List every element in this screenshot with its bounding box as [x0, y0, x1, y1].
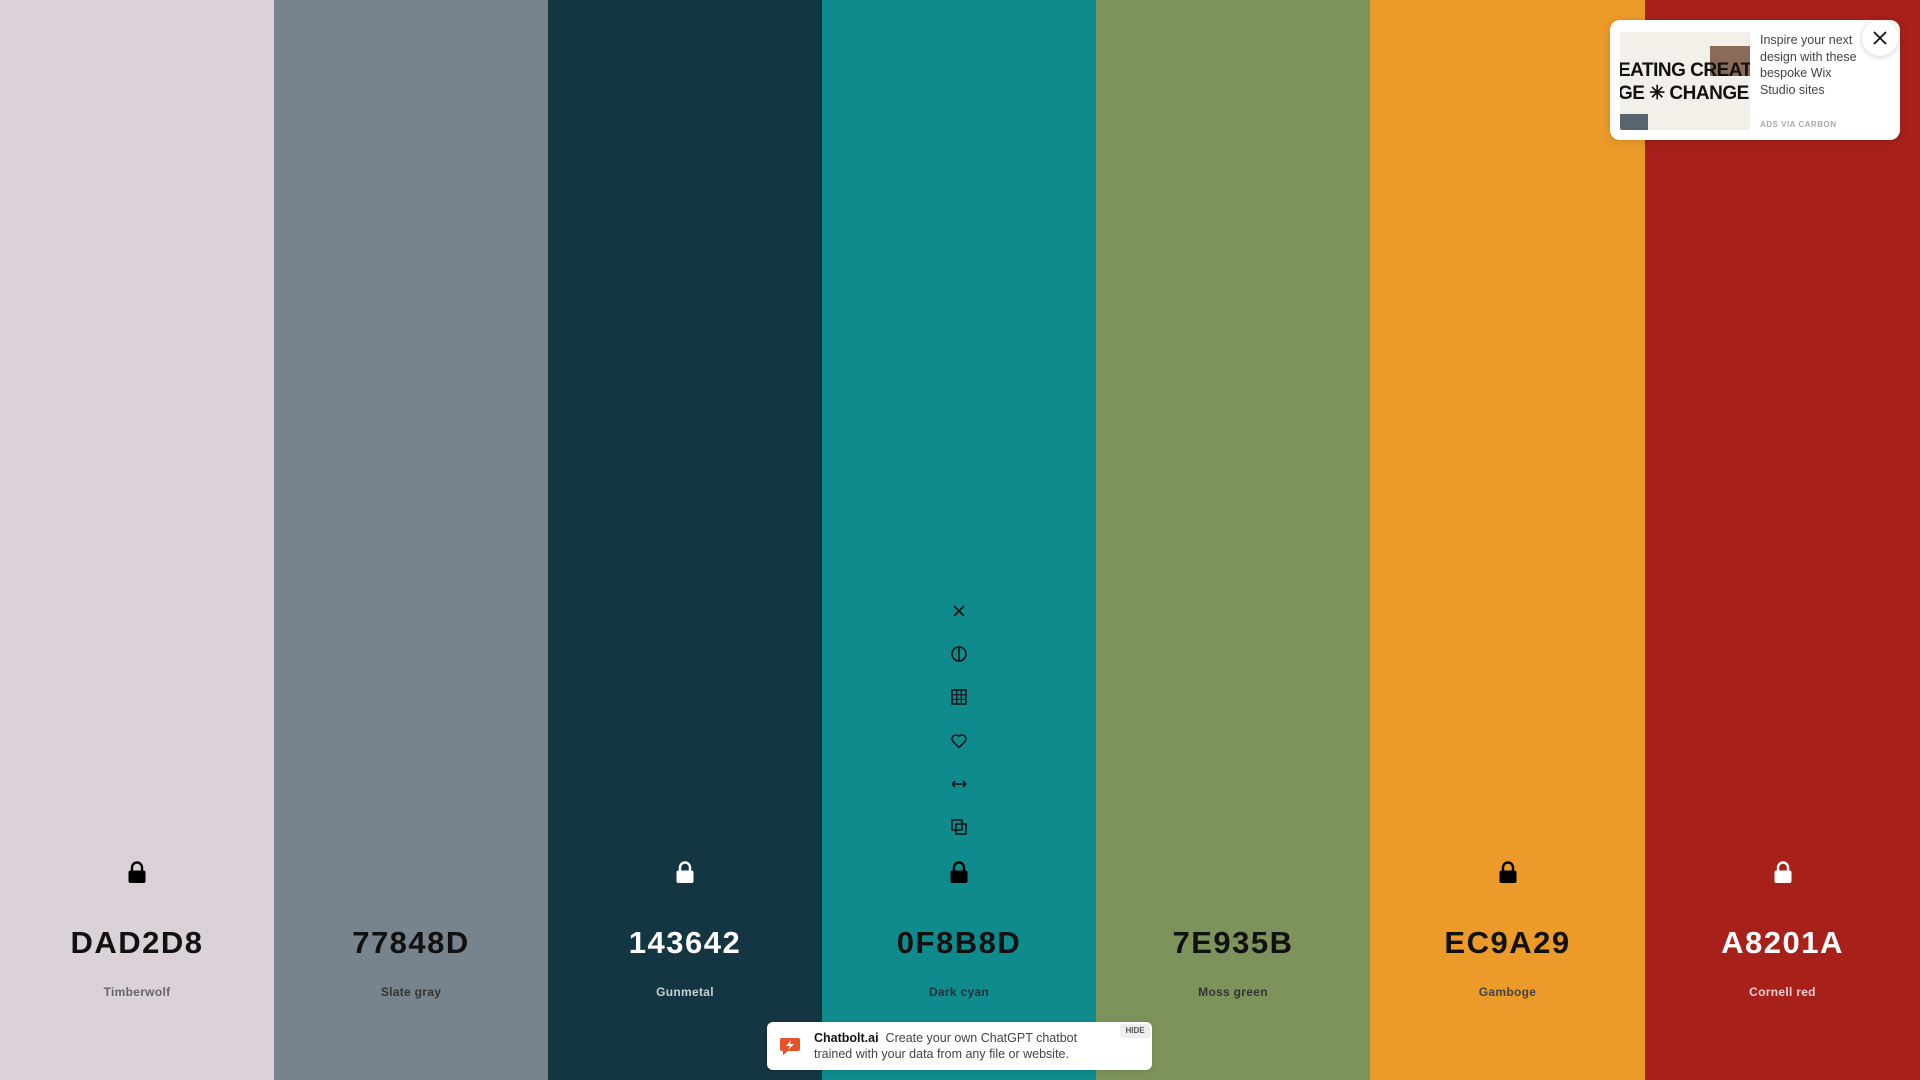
carbon-ad[interactable]: EATING CREAT GE ✳ CHANGE Inspire your ne… — [1610, 20, 1900, 140]
copy-color-button[interactable] — [944, 812, 974, 842]
lock-icon-glyph — [676, 861, 694, 883]
lock-icon[interactable] — [1772, 860, 1794, 884]
hex-code[interactable]: 77848D — [274, 925, 548, 961]
save-color-button[interactable] — [944, 726, 974, 756]
color-name: Gamboge — [1478, 985, 1537, 999]
hex-code[interactable]: DAD2D8 — [0, 925, 274, 961]
color-name: Moss green — [1198, 985, 1268, 999]
ad-image-text: EATING CREAT — [1620, 60, 1750, 81]
hex-code[interactable]: 7E935B — [1096, 925, 1370, 961]
sponsor-banner[interactable]: Chatbolt.ai Create your own ChatGPT chat… — [767, 1022, 1152, 1070]
column-toolbar — [944, 596, 974, 855]
lock-icon-glyph — [1499, 861, 1516, 883]
lock-icon-glyph — [950, 861, 968, 883]
color-column-gamboge[interactable]: EC9A29 Gamboge — [1370, 0, 1645, 1080]
grid-icon — [951, 689, 967, 706]
lock-icon[interactable] — [674, 860, 696, 884]
close-icon — [1873, 31, 1887, 45]
resize-arrows-icon — [951, 780, 967, 788]
color-column-slate-gray[interactable]: 77848D Slate gray — [274, 0, 548, 1080]
hide-banner-button[interactable]: HIDE — [1120, 1024, 1150, 1038]
color-column-cornell-red[interactable]: A8201A Cornell red — [1645, 0, 1920, 1080]
color-name: Timberwolf — [103, 985, 171, 999]
view-shades-button[interactable] — [944, 682, 974, 712]
hex-code[interactable]: A8201A — [1645, 925, 1920, 961]
banner-message: Chatbolt.ai Create your own ChatGPT chat… — [814, 1030, 1114, 1062]
color-column-gunmetal[interactable]: 143642 Gunmetal — [548, 0, 822, 1080]
ad-photo — [1620, 114, 1648, 130]
contrast-icon — [951, 646, 967, 662]
lock-icon[interactable] — [126, 860, 148, 884]
ad-text[interactable]: Inspire your next design with these besp… — [1760, 32, 1870, 98]
close-ad-button[interactable] — [1862, 20, 1898, 56]
ad-image-text: GE ✳ CHANGE — [1620, 83, 1749, 104]
color-column-dark-cyan[interactable]: 0F8B8D Dark cyan — [822, 0, 1096, 1080]
copy-icon — [951, 819, 967, 835]
color-column-moss-green[interactable]: 7E935B Moss green — [1096, 0, 1370, 1080]
close-icon — [953, 605, 965, 617]
lock-icon-glyph — [1774, 861, 1791, 883]
heart-icon — [951, 733, 967, 748]
palette: DAD2D8 Timberwolf 77848D Slate gray 1436… — [0, 0, 1920, 1080]
color-name: Cornell red — [1749, 985, 1816, 999]
lock-icon-glyph — [128, 861, 146, 883]
hex-code[interactable]: 0F8B8D — [822, 925, 1096, 961]
hex-code[interactable]: 143642 — [548, 925, 822, 961]
drag-color-button[interactable] — [944, 769, 974, 799]
color-name: Slate gray — [380, 985, 442, 999]
chatbolt-logo-icon — [780, 1038, 800, 1055]
ad-via[interactable]: ADS VIA CARBON — [1760, 120, 1836, 129]
color-column-timberwolf[interactable]: DAD2D8 Timberwolf — [0, 0, 274, 1080]
lock-icon[interactable] — [948, 860, 970, 884]
banner-brand[interactable]: Chatbolt.ai — [814, 1031, 879, 1045]
remove-color-button[interactable] — [944, 596, 974, 626]
color-name: Dark cyan — [928, 985, 990, 999]
ad-image[interactable]: EATING CREAT GE ✳ CHANGE — [1620, 32, 1750, 130]
shades-button[interactable] — [944, 639, 974, 669]
color-name: Gunmetal — [656, 985, 714, 999]
hex-code[interactable]: EC9A29 — [1370, 925, 1645, 961]
lock-icon[interactable] — [1497, 860, 1519, 884]
